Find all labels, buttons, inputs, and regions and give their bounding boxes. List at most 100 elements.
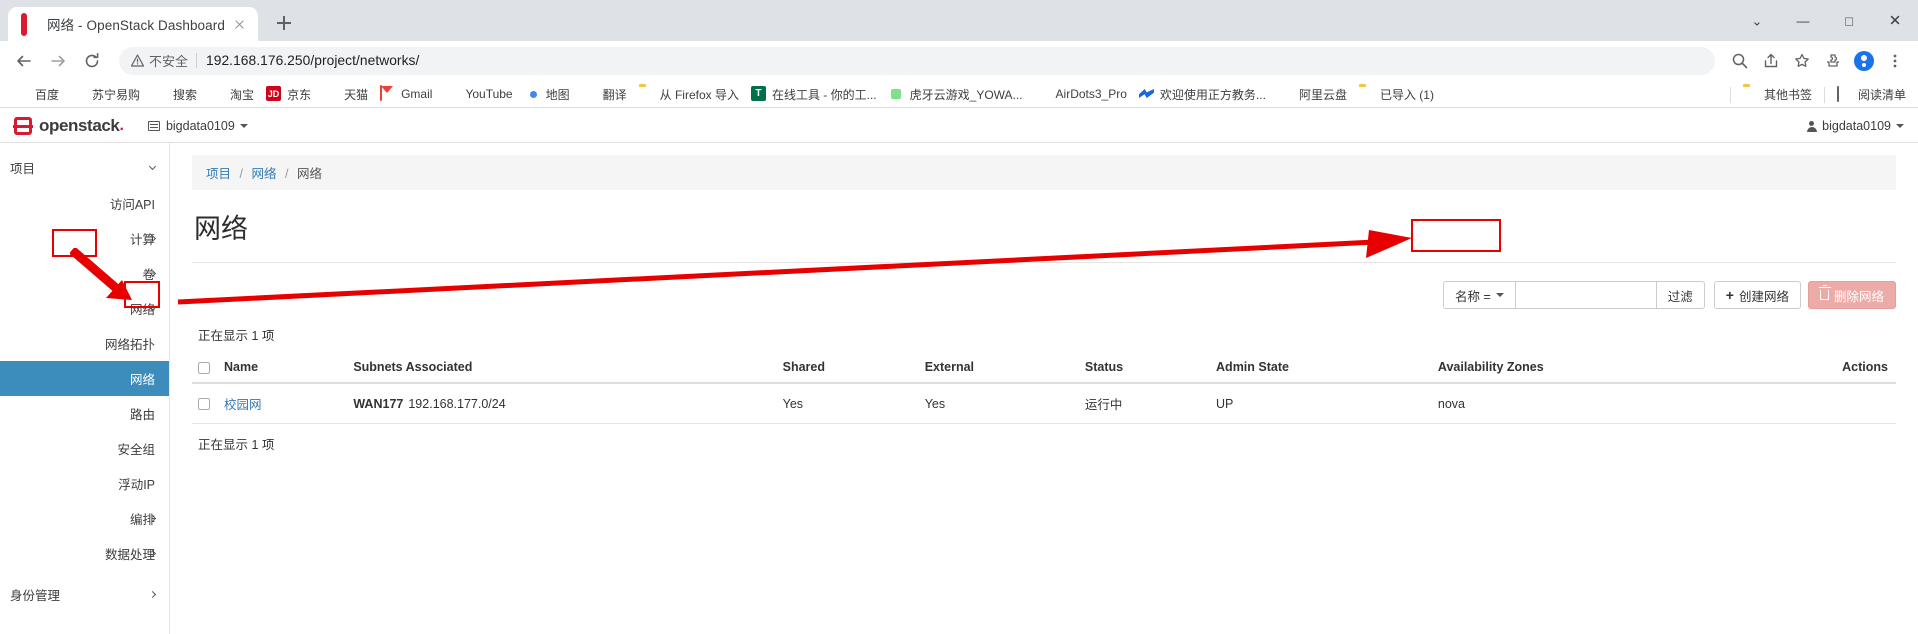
create-network-button[interactable]: + 创建网络: [1713, 281, 1801, 309]
bookmark-item[interactable]: 翻译: [576, 83, 633, 105]
bookmark-item[interactable]: YouTube: [438, 83, 518, 105]
bookmark-label: 地图: [545, 87, 570, 102]
breadcrumb-separator: /: [284, 167, 289, 181]
bookmark-label: 百度: [35, 87, 60, 102]
sidebar-item-4[interactable]: 网络拓扑: [0, 326, 169, 361]
cell-subnets-associated: WAN177 192.168.177.0/24: [347, 383, 777, 424]
window-close-button[interactable]: ✕: [1872, 0, 1918, 41]
globe-icon: [1035, 86, 1051, 102]
bookmark-star-icon[interactable]: [1788, 47, 1816, 75]
bookmark-label: 搜索: [173, 87, 198, 102]
sidebar-section-project[interactable]: 项目: [0, 149, 169, 186]
plus-icon: +: [1725, 287, 1734, 303]
sidebar-section-identity[interactable]: 身份管理: [0, 571, 169, 613]
bookmark-label: 翻译: [602, 87, 627, 102]
huya-icon: [889, 86, 905, 102]
main-content: 项目 / 网络 / 网络 网络 名称 = 过滤 + 创建网络 删除网络 正在显示…: [170, 143, 1918, 634]
sidebar-item-9[interactable]: 编排: [0, 501, 169, 536]
bookmark-item[interactable]: 已导入 (1): [1353, 83, 1440, 105]
browser-window: 网络 - OpenStack Dashboard ⌄ — □ ✕ 不安全 192…: [0, 0, 1918, 634]
profile-avatar-icon[interactable]: [1850, 47, 1878, 75]
search-icon[interactable]: [1726, 47, 1754, 75]
row-select-cell: [192, 383, 218, 424]
bookmark-item[interactable]: 地图: [519, 83, 576, 105]
sidebar-item-0[interactable]: 访问API: [0, 186, 169, 221]
globe-icon: [323, 86, 339, 102]
divider: [1823, 86, 1825, 103]
new-tab-button[interactable]: [270, 9, 298, 37]
sidebar-item-label: 路由: [129, 408, 155, 422]
bookmark-item[interactable]: 欢迎使用正方教务...: [1133, 83, 1272, 105]
sidebar-item-5[interactable]: 网络: [0, 361, 169, 396]
sidebar-item-label: 浮动IP: [118, 478, 155, 492]
brand-text: openstack: [39, 116, 120, 135]
sidebar-item-label: 网络: [129, 373, 155, 387]
dashboard-header: openstack . bigdata0109 bigdata0109: [0, 110, 1918, 143]
filter-field-dropdown[interactable]: 名称 =: [1442, 281, 1516, 309]
sidebar-item-10[interactable]: 数据处理: [0, 536, 169, 571]
bookmark-label: 虎牙云游戏_YOWA...: [909, 87, 1023, 102]
bookmark-item[interactable]: AirDots3_Pro: [1029, 83, 1133, 105]
sidebar: 项目 访问API 计算卷网络 网络拓扑 网络 路由 安全组 浮动IP 编排 数据处理 身份管理: [0, 143, 170, 634]
share-icon[interactable]: [1757, 47, 1785, 75]
bookmark-label: 已导入 (1): [1379, 87, 1434, 102]
back-icon[interactable]: [9, 46, 39, 76]
chrome-menu-icon[interactable]: [1881, 47, 1909, 75]
filter-button[interactable]: 过滤: [1655, 281, 1705, 309]
cell-actions[interactable]: [1739, 383, 1896, 424]
bookmark-label: 阅读清单: [1857, 88, 1906, 102]
user-menu[interactable]: bigdata0109: [1806, 119, 1904, 133]
breadcrumb-current: 网络: [296, 167, 322, 181]
filter-button-label: 过滤: [1667, 289, 1693, 304]
row-count-top: 正在显示 1 项: [198, 329, 275, 343]
project-selector[interactable]: bigdata0109: [147, 119, 248, 133]
column-header: Availability Zones: [1431, 352, 1740, 384]
select-all-checkbox[interactable]: [198, 361, 210, 374]
bookmark-item[interactable]: 阅读清单: [1831, 84, 1912, 106]
bookmark-item[interactable]: JD 京东: [260, 83, 317, 105]
openstack-logo[interactable]: openstack .: [13, 116, 124, 136]
breadcrumb-root[interactable]: 项目: [206, 167, 231, 181]
sidebar-item-1[interactable]: 计算: [0, 221, 169, 256]
bookmark-item[interactable]: 搜索: [146, 83, 203, 105]
breadcrumb-mid[interactable]: 网络: [251, 167, 276, 181]
bookmark-item[interactable]: T 在线工具 - 你的工...: [745, 83, 883, 105]
bookmark-item[interactable]: 苏宁易购: [65, 83, 146, 105]
address-bar[interactable]: 不安全 192.168.176.250/project/networks/: [119, 46, 1715, 75]
close-icon[interactable]: [231, 16, 248, 33]
filter-input[interactable]: [1515, 281, 1656, 309]
browser-tab[interactable]: 网络 - OpenStack Dashboard: [8, 7, 258, 41]
bookmark-item[interactable]: 淘宝: [203, 83, 260, 105]
filter-group: 名称 = 过滤: [1442, 281, 1705, 309]
chevron-down-icon[interactable]: ⌄: [1734, 0, 1780, 41]
sidebar-item-7[interactable]: 安全组: [0, 431, 169, 466]
sidebar-item-6[interactable]: 路由: [0, 396, 169, 431]
bookmark-item[interactable]: 百度: [8, 83, 65, 105]
bookmark-item[interactable]: Gmail: [374, 83, 438, 105]
maximize-button[interactable]: □: [1826, 0, 1872, 41]
breadcrumb-separator: /: [239, 167, 243, 181]
delete-networks-label: 删除网络: [1833, 289, 1884, 304]
forward-icon[interactable]: [43, 46, 73, 76]
chevron-down-icon: [1495, 293, 1504, 297]
bookmark-item[interactable]: 阿里云盘: [1272, 83, 1353, 105]
sidebar-item-2[interactable]: 卷: [0, 256, 169, 291]
bookmark-item[interactable]: 其他书签: [1737, 84, 1818, 106]
minimize-button[interactable]: —: [1780, 0, 1826, 41]
sidebar-item-label: 网络拓扑: [104, 338, 155, 352]
globe-icon: [14, 86, 30, 102]
reload-icon[interactable]: [77, 46, 107, 76]
bookmark-item[interactable]: 从 Firefox 导入: [633, 83, 745, 105]
subnet-name: WAN177: [353, 396, 404, 411]
delete-networks-button[interactable]: 删除网络: [1807, 281, 1896, 309]
bookmark-item[interactable]: 天猫: [317, 83, 374, 105]
row-checkbox[interactable]: [198, 398, 210, 411]
bookmark-label: YouTube: [465, 87, 513, 101]
sidebar-item-3[interactable]: 网络: [0, 291, 169, 326]
sidebar-item-label: 数据处理: [104, 548, 155, 562]
divider: [1729, 86, 1731, 103]
sidebar-item-8[interactable]: 浮动IP: [0, 466, 169, 501]
network-name-link[interactable]: 校园网: [224, 398, 262, 412]
bookmark-item[interactable]: 虎牙云游戏_YOWA...: [883, 83, 1029, 105]
extensions-puzzle-icon[interactable]: [1819, 47, 1847, 75]
